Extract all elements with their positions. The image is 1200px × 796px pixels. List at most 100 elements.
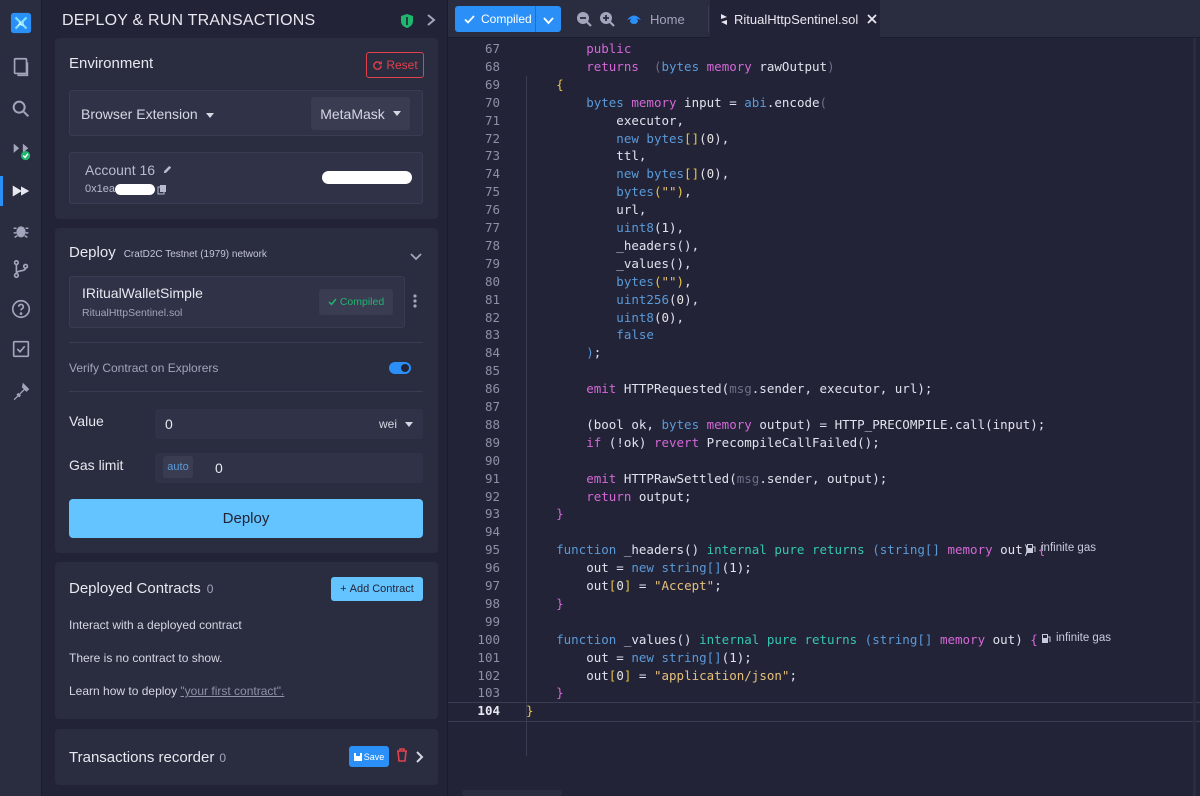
code-text: public bbox=[526, 41, 632, 56]
zoom-in-icon[interactable] bbox=[599, 11, 615, 32]
code-line[interactable]: 81 uint256(0), bbox=[448, 291, 1200, 309]
compiled-badge-label: Compiled bbox=[339, 296, 385, 308]
line-number: 83 bbox=[484, 327, 500, 343]
code-line[interactable]: 69 { bbox=[448, 76, 1200, 94]
pencil-icon[interactable] bbox=[162, 164, 173, 175]
contract-verification-icon[interactable] bbox=[6, 334, 36, 364]
editor-scrollbar[interactable] bbox=[1193, 38, 1196, 796]
code-editor[interactable]: 67 public 68 returns (bytes memory rawOut… bbox=[448, 38, 1200, 796]
editor-tabs-bar: Compiled Home RitualHttpSentinel.sol bbox=[448, 0, 1200, 38]
deploy-button[interactable]: Deploy bbox=[69, 499, 423, 538]
code-text: _headers(), bbox=[526, 237, 700, 253]
deploy-run-icon[interactable] bbox=[6, 176, 36, 206]
zoom-out-icon[interactable] bbox=[576, 11, 592, 32]
code-line[interactable]: 71 executor, bbox=[448, 112, 1200, 130]
code-line[interactable]: 87 bbox=[448, 398, 1200, 416]
code-line[interactable]: 92 return output; bbox=[448, 488, 1200, 506]
code-line[interactable]: 99 bbox=[448, 613, 1200, 631]
shield-icon bbox=[400, 13, 414, 34]
code-line[interactable]: 84 ); bbox=[448, 344, 1200, 362]
bottom-panel-handle[interactable] bbox=[462, 790, 562, 796]
address-text: 0x1ea bbox=[85, 183, 115, 195]
gas-limit-input[interactable]: 0 bbox=[215, 460, 223, 476]
code-line[interactable]: 79 _values(), bbox=[448, 255, 1200, 273]
code-text: bytes memory input = abi.encode( bbox=[526, 94, 828, 110]
redacted-address bbox=[114, 183, 155, 195]
code-line[interactable]: 89 if (!ok) revert PrecompileCallFailed(… bbox=[448, 434, 1200, 452]
chevron-right-icon[interactable] bbox=[416, 750, 424, 768]
value-label: Value bbox=[69, 413, 104, 429]
debugger-icon[interactable] bbox=[6, 216, 36, 246]
code-line[interactable]: 78 _headers(), bbox=[448, 237, 1200, 255]
code-line[interactable]: 75 bytes(""), bbox=[448, 183, 1200, 201]
close-icon[interactable] bbox=[867, 14, 877, 24]
search-icon[interactable] bbox=[6, 94, 36, 124]
code-line[interactable]: 103 } bbox=[448, 684, 1200, 702]
unit-select[interactable]: wei bbox=[379, 417, 413, 431]
copy-icon[interactable] bbox=[157, 184, 167, 195]
code-line[interactable]: 88 (bool ok, bytes memory output) = HTTP… bbox=[448, 416, 1200, 434]
solidity-compiler-icon[interactable] bbox=[6, 136, 36, 166]
code-text: executor, bbox=[526, 112, 685, 128]
gas-auto-toggle[interactable]: auto bbox=[163, 456, 193, 478]
code-line[interactable]: 76 url, bbox=[448, 201, 1200, 219]
verify-toggle[interactable] bbox=[389, 362, 411, 374]
file-explorer-icon[interactable] bbox=[6, 52, 36, 82]
code-text: { bbox=[526, 76, 564, 92]
environment-selector: Browser Extension MetaMask bbox=[69, 90, 423, 136]
code-line[interactable]: 102 out[0] = "application/json"; bbox=[448, 667, 1200, 685]
code-line[interactable]: 73 ttl, bbox=[448, 147, 1200, 165]
chevron-down-icon[interactable] bbox=[543, 14, 554, 28]
code-line[interactable]: 74 new bytes[](0), bbox=[448, 165, 1200, 183]
code-text: out = new string[](1); bbox=[526, 560, 752, 576]
tab-home[interactable]: Home bbox=[626, 0, 685, 38]
code-line[interactable]: 104} bbox=[448, 702, 1200, 720]
save-button[interactable]: Save bbox=[349, 746, 389, 767]
trash-icon[interactable] bbox=[396, 748, 408, 767]
reset-button[interactable]: Reset bbox=[366, 52, 424, 78]
learn-link[interactable]: "your first contract". bbox=[180, 684, 284, 698]
code-line[interactable]: 96 out = new string[](1); bbox=[448, 559, 1200, 577]
code-line[interactable]: 70 bytes memory input = abi.encode( bbox=[448, 94, 1200, 112]
code-line[interactable]: 72 new bytes[](0), bbox=[448, 130, 1200, 148]
code-line[interactable]: 77 uint8(1), bbox=[448, 219, 1200, 237]
git-icon[interactable] bbox=[6, 254, 36, 284]
code-line[interactable]: 80 bytes(""), bbox=[448, 273, 1200, 291]
line-number: 95 bbox=[484, 542, 500, 558]
wallet-select[interactable]: MetaMask bbox=[311, 97, 410, 130]
account-selector[interactable]: Account 16 0x1ea bbox=[69, 152, 423, 204]
code-line[interactable]: 91 emit HTTPRawSettled(msg.sender, outpu… bbox=[448, 470, 1200, 488]
contract-selector[interactable]: IRitualWalletSimple RitualHttpSentinel.s… bbox=[69, 276, 405, 328]
code-line[interactable]: 93 } bbox=[448, 505, 1200, 523]
plugin-manager-icon[interactable] bbox=[6, 376, 36, 406]
code-text: false bbox=[526, 327, 654, 343]
code-line[interactable]: 97 out[0] = "Accept"; bbox=[448, 577, 1200, 595]
chevron-down-icon[interactable] bbox=[410, 248, 422, 266]
code-line[interactable]: 83 false bbox=[448, 326, 1200, 344]
kebab-menu-icon[interactable] bbox=[413, 294, 417, 313]
contract-name: IRitualWalletSimple bbox=[82, 285, 203, 301]
code-line[interactable]: 101 out = new string[](1); bbox=[448, 649, 1200, 667]
code-line[interactable]: 86 emit HTTPRequested(msg.sender, execut… bbox=[448, 380, 1200, 398]
chevron-right-icon[interactable] bbox=[426, 13, 436, 32]
code-line[interactable]: 67 public bbox=[448, 40, 1200, 58]
caret-down-icon bbox=[205, 112, 214, 118]
add-contract-button[interactable]: + Add Contract bbox=[331, 577, 423, 601]
tab-ritual-http-sentinel[interactable]: RitualHttpSentinel.sol bbox=[710, 0, 880, 38]
line-number: 97 bbox=[484, 578, 500, 593]
help-icon[interactable] bbox=[6, 294, 36, 324]
code-line[interactable]: 85 bbox=[448, 362, 1200, 380]
code-line[interactable]: 90 bbox=[448, 452, 1200, 470]
code-line[interactable]: 98 } bbox=[448, 595, 1200, 613]
deployed-contracts-card: Deployed Contracts 0 + Add Contract Inter… bbox=[55, 562, 438, 719]
value-input[interactable]: 0 bbox=[165, 416, 173, 432]
code-line[interactable]: 68 returns (bytes memory rawOutput) bbox=[448, 58, 1200, 76]
provider-select[interactable]: Browser Extension bbox=[81, 106, 214, 122]
code-line[interactable]: 94 bbox=[448, 523, 1200, 541]
compile-button[interactable]: Compiled bbox=[455, 6, 561, 32]
remix-logo-icon[interactable]: AI bbox=[6, 8, 36, 38]
value-field[interactable]: 0 wei bbox=[155, 409, 423, 439]
code-line[interactable]: 82 uint8(0), bbox=[448, 309, 1200, 327]
environment-card: Environment Reset Browser Extension Meta… bbox=[55, 38, 438, 219]
code-text: _values(), bbox=[526, 255, 692, 271]
